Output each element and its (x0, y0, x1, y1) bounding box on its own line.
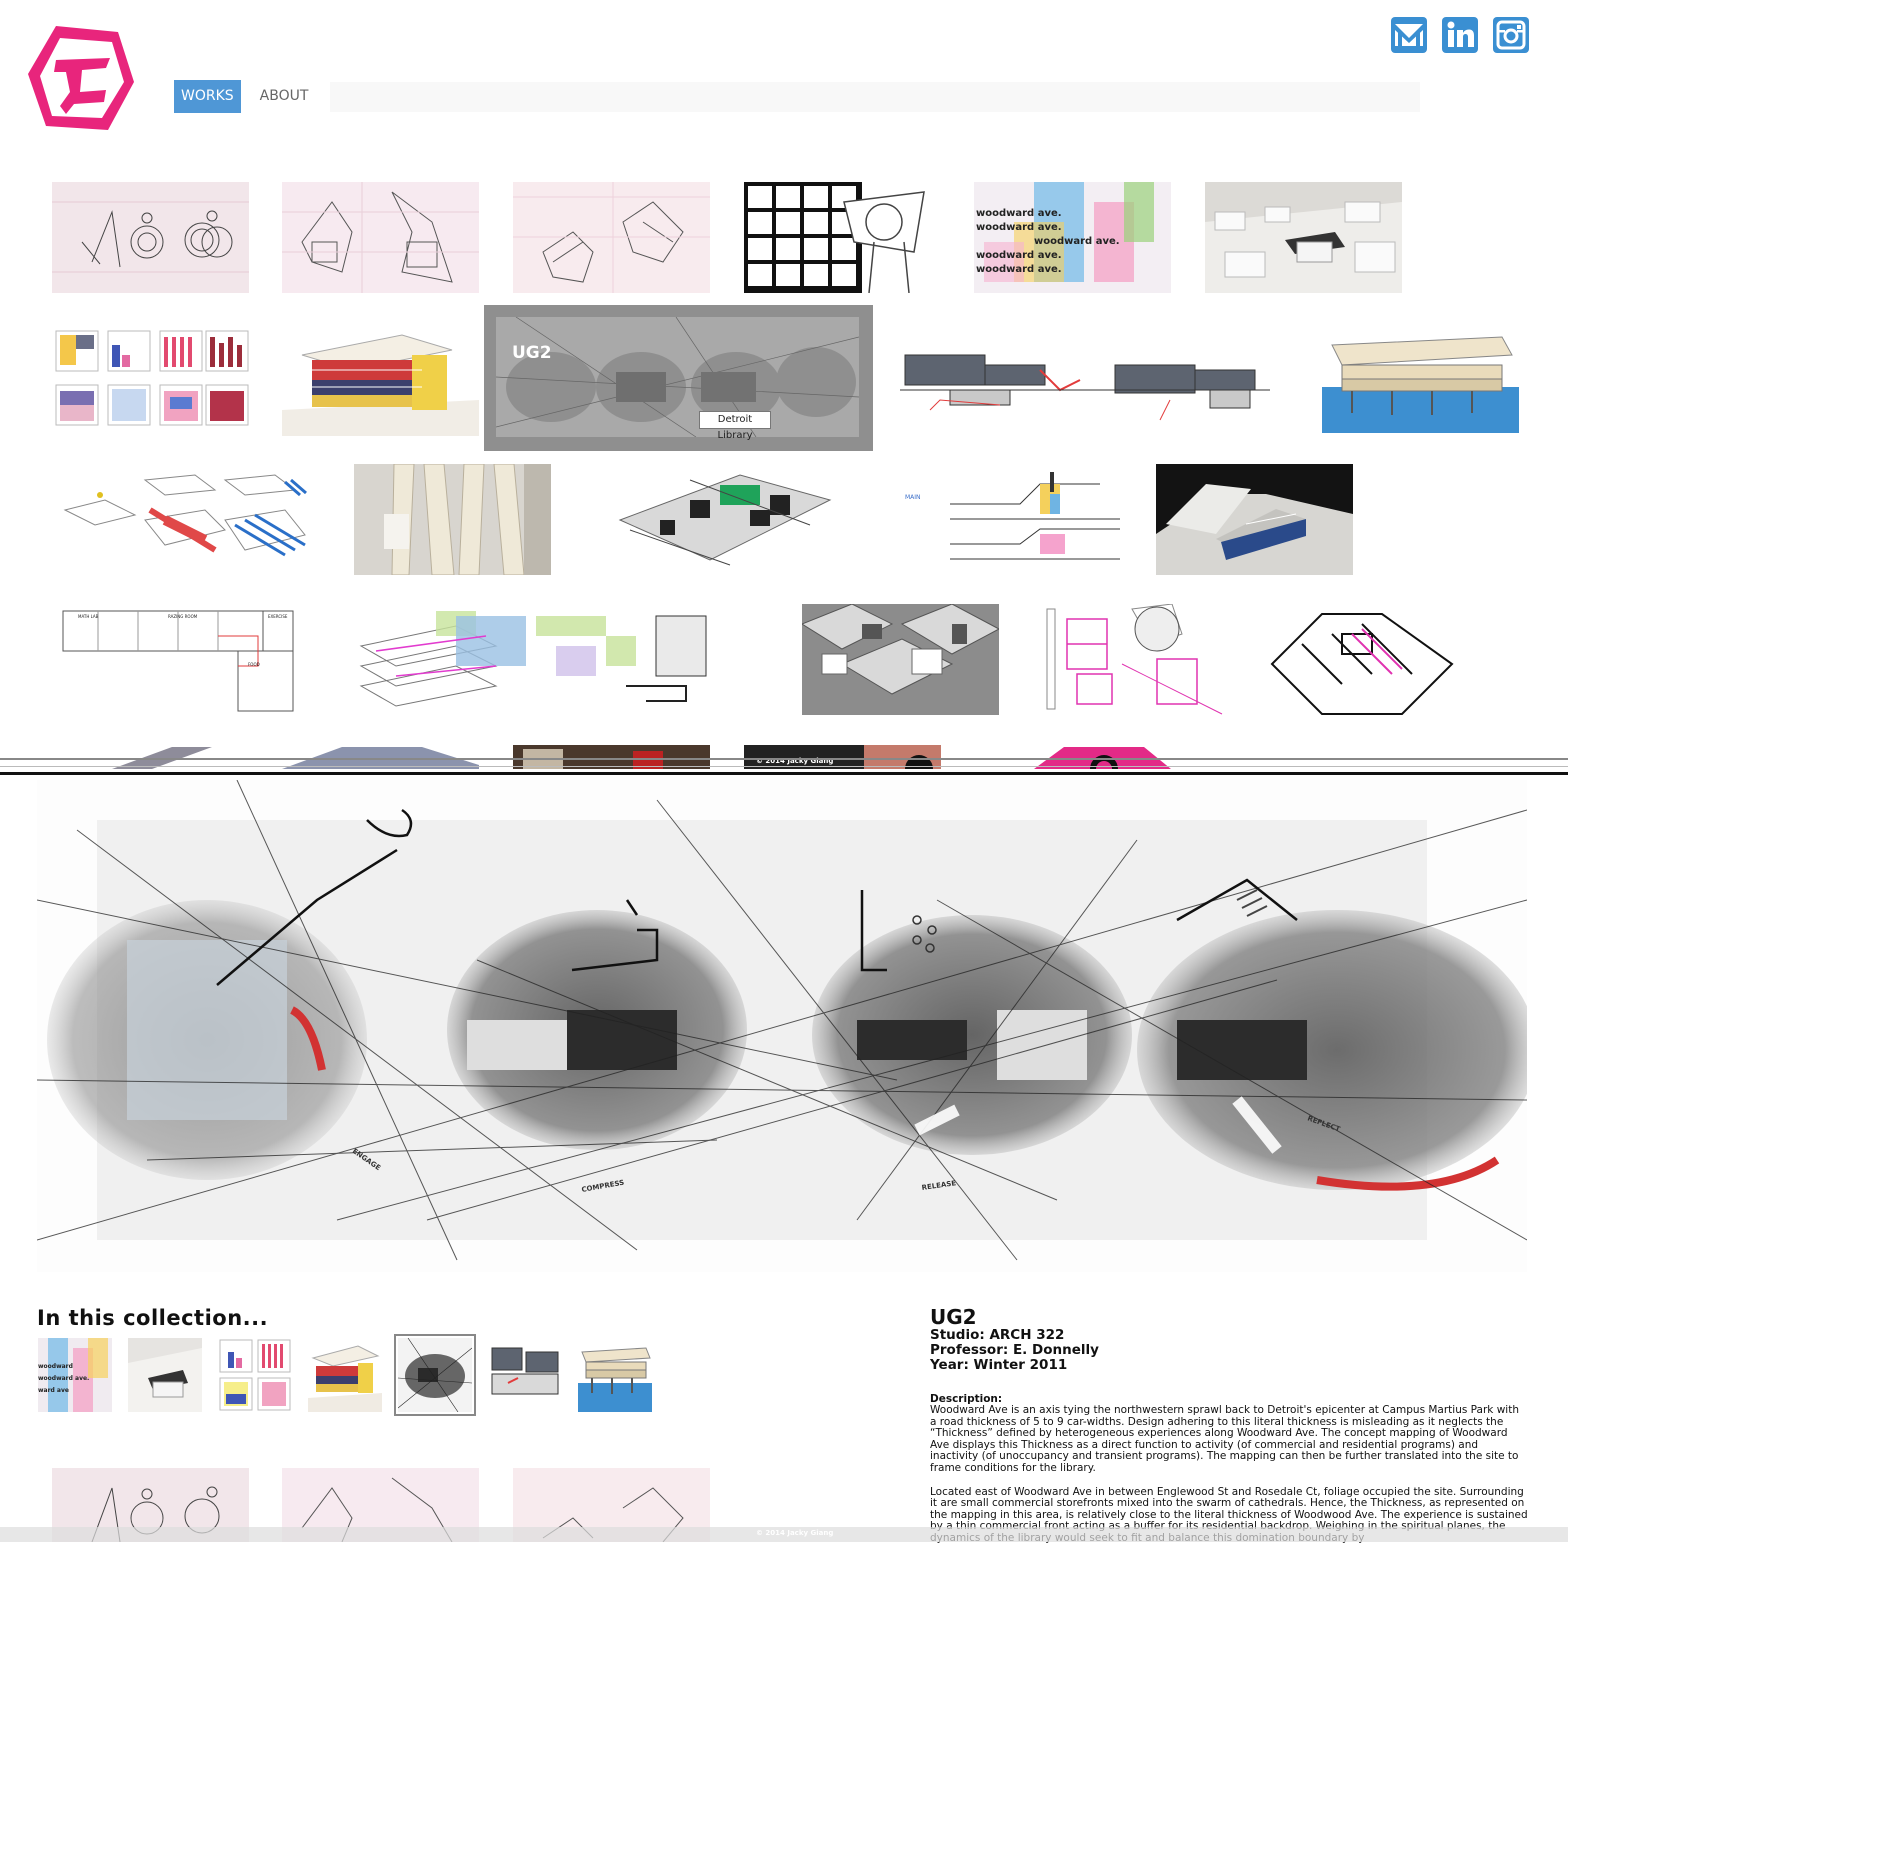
project-thumbnail[interactable] (55, 470, 325, 570)
collection-thumbnail[interactable] (488, 1338, 562, 1412)
project-thumbnail[interactable] (1156, 464, 1353, 575)
collection-thumbnail[interactable]: woodward woodward ave. ward ave (38, 1338, 112, 1412)
divider (0, 772, 1568, 775)
description-paragraph: Woodward Ave is an axis tying the northw… (930, 1404, 1519, 1474)
svg-text:woodward ave.: woodward ave. (1034, 236, 1120, 247)
project-thumbnail[interactable] (356, 606, 766, 714)
project-hover-card[interactable]: UG2 (484, 305, 873, 451)
svg-text:EXERCISE: EXERCISE (268, 614, 288, 619)
project-year: Year: Winter 2011 (930, 1357, 1068, 1373)
project-thumbnail[interactable]: MATH LAB RAZING ROOM EXERCISE FOOD (58, 606, 318, 714)
project-thumbnail[interactable] (880, 330, 1280, 435)
project-thumbnail[interactable] (744, 182, 941, 293)
svg-text:woodward: woodward (38, 1363, 73, 1370)
collection-thumbnail[interactable] (128, 1338, 202, 1412)
collection-thumbnail[interactable] (218, 1338, 292, 1412)
collection-thumbnail[interactable] (578, 1338, 652, 1412)
svg-text:woodward ave.: woodward ave. (976, 250, 1062, 261)
project-thumbnail[interactable] (513, 182, 710, 293)
collection-thumbnail[interactable] (308, 1338, 382, 1412)
mail-icon[interactable] (1390, 16, 1428, 54)
svg-text:ward ave: ward ave (38, 1387, 69, 1394)
divider (0, 758, 1568, 760)
project-studio: Studio: ARCH 322 (930, 1327, 1065, 1343)
svg-text:MAIN: MAIN (905, 494, 921, 501)
project-thumbnail[interactable] (52, 182, 249, 293)
linkedin-icon[interactable] (1441, 16, 1479, 54)
tooltip: Detroit Library (699, 411, 771, 441)
nav-tab-works[interactable]: WORKS (174, 80, 241, 113)
hover-card-title: UG2 (512, 343, 552, 363)
copyright-text: © 2014 Jacky Giang (756, 1529, 834, 1537)
woodward-text: woodward ave. (976, 208, 1062, 219)
divider (0, 766, 1568, 767)
svg-text:RAZING ROOM: RAZING ROOM (168, 614, 198, 619)
svg-text:woodward ave.: woodward ave. (38, 1375, 89, 1382)
project-hero-image: ENGAGE COMPRESS RELEASE REFLECT (37, 780, 1527, 1272)
project-thumbnail[interactable] (282, 182, 479, 293)
project-title: UG2 (930, 1305, 977, 1329)
main-nav: WORKS ABOUT (174, 80, 327, 113)
nav-tab-about[interactable]: ABOUT (253, 80, 316, 113)
project-thumbnail[interactable] (1322, 325, 1519, 433)
project-thumbnail[interactable]: woodward ave. woodward ave. woodward ave. w… (974, 182, 1171, 293)
project-thumbnail[interactable]: MAIN (900, 464, 1125, 575)
project-thumbnail[interactable] (282, 325, 479, 436)
project-thumbnail[interactable] (1205, 182, 1402, 293)
nav-bar-background (330, 82, 1420, 112)
footer-bar: © 2014 Jacky Giang (0, 1527, 1568, 1542)
svg-text:FOOD: FOOD (248, 662, 260, 667)
project-thumbnail[interactable] (354, 464, 551, 575)
project-thumbnail[interactable] (52, 325, 249, 436)
hover-card-image: UG2 (496, 317, 859, 437)
collection-title: In this collection... (37, 1306, 269, 1330)
site-logo[interactable] (26, 22, 136, 136)
collection-thumbnail-selected[interactable] (394, 1334, 476, 1416)
svg-text:woodward ave.: woodward ave. (976, 264, 1062, 275)
instagram-icon[interactable] (1492, 16, 1530, 54)
svg-text:woodward ave.: woodward ave. (976, 222, 1062, 233)
social-links (1390, 16, 1530, 54)
project-thumbnail[interactable] (802, 604, 999, 715)
project-thumbnail[interactable] (1262, 604, 1459, 715)
project-thumbnail[interactable] (1032, 604, 1229, 715)
project-professor: Professor: E. Donnelly (930, 1342, 1099, 1358)
project-info: UG2 Studio: ARCH 322 Professor: E. Donne… (930, 1306, 1528, 1545)
svg-text:MATH LAB: MATH LAB (78, 614, 99, 619)
project-thumbnail[interactable] (590, 470, 860, 570)
